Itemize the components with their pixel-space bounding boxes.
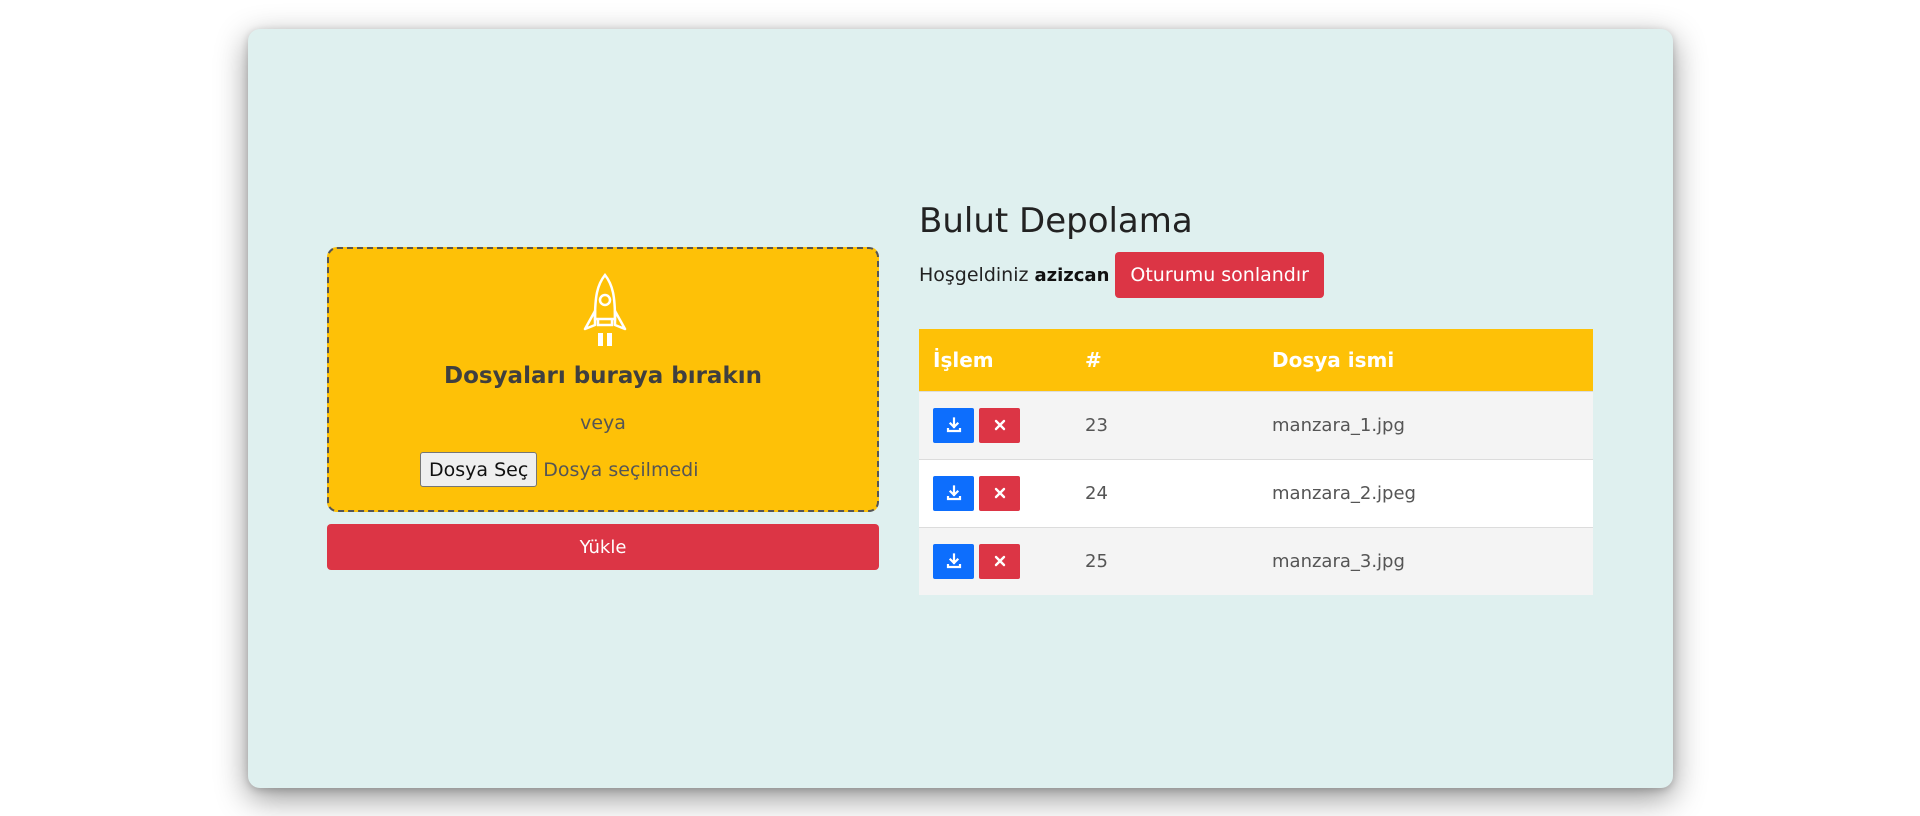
download-button[interactable] bbox=[933, 475, 974, 511]
table-row: 24 manzara_2.jpeg bbox=[919, 458, 1593, 527]
file-dropzone[interactable]: Dosyaları buraya bırakın veya Dosya Seç … bbox=[327, 247, 879, 512]
download-button[interactable] bbox=[933, 543, 974, 579]
file-input[interactable]: Dosya Seç Dosya seçilmedi bbox=[420, 452, 699, 487]
file-id: 25 bbox=[1071, 526, 1258, 595]
upload-button[interactable]: Yükle bbox=[327, 524, 879, 570]
column-header-filename: Dosya ismi bbox=[1258, 329, 1593, 391]
row-actions-cell bbox=[919, 458, 1071, 527]
row-actions-cell bbox=[919, 390, 1071, 459]
file-name: manzara_3.jpg bbox=[1258, 526, 1593, 595]
download-button[interactable] bbox=[933, 407, 974, 443]
table-row: 25 manzara_3.jpg bbox=[919, 526, 1593, 595]
logout-button[interactable]: Oturumu sonlandır bbox=[1115, 252, 1324, 298]
files-table: İşlem # Dosya ismi 23 manzara_1.jpg 24 m… bbox=[919, 329, 1593, 595]
download-icon bbox=[946, 553, 961, 569]
close-icon bbox=[994, 487, 1005, 499]
download-icon bbox=[946, 417, 961, 433]
dropzone-title: Dosyaları buraya bırakın bbox=[443, 363, 762, 389]
welcome-bar: Hoşgeldiniz azizcan Oturumu sonlandır bbox=[919, 252, 1324, 298]
username: azizcan bbox=[1034, 264, 1110, 286]
table-header-row: İşlem # Dosya ismi bbox=[919, 329, 1593, 391]
close-icon bbox=[994, 556, 1005, 567]
dropzone-or-text: veya bbox=[580, 412, 626, 434]
table-row: 23 manzara_1.jpg bbox=[919, 390, 1593, 459]
row-actions-cell bbox=[919, 526, 1071, 595]
close-icon bbox=[994, 419, 1005, 431]
file-name: manzara_2.jpeg bbox=[1258, 458, 1593, 527]
column-header-actions: İşlem bbox=[919, 329, 1071, 391]
delete-button[interactable] bbox=[979, 407, 1020, 443]
main-card: Dosyaları buraya bırakın veya Dosya Seç … bbox=[248, 29, 1673, 788]
page-title: Bulut Depolama bbox=[919, 201, 1193, 241]
welcome-text: Hoşgeldiniz bbox=[919, 264, 1029, 286]
download-icon bbox=[946, 485, 961, 501]
file-status-text: Dosya seçilmedi bbox=[543, 458, 699, 481]
file-id: 23 bbox=[1071, 390, 1258, 459]
choose-file-button[interactable]: Dosya Seç bbox=[420, 452, 538, 487]
rocket-icon bbox=[583, 273, 627, 346]
delete-button[interactable] bbox=[979, 475, 1020, 511]
file-name: manzara_1.jpg bbox=[1258, 390, 1593, 459]
column-header-id: # bbox=[1071, 329, 1258, 391]
delete-button[interactable] bbox=[979, 543, 1020, 579]
file-id: 24 bbox=[1071, 458, 1258, 527]
